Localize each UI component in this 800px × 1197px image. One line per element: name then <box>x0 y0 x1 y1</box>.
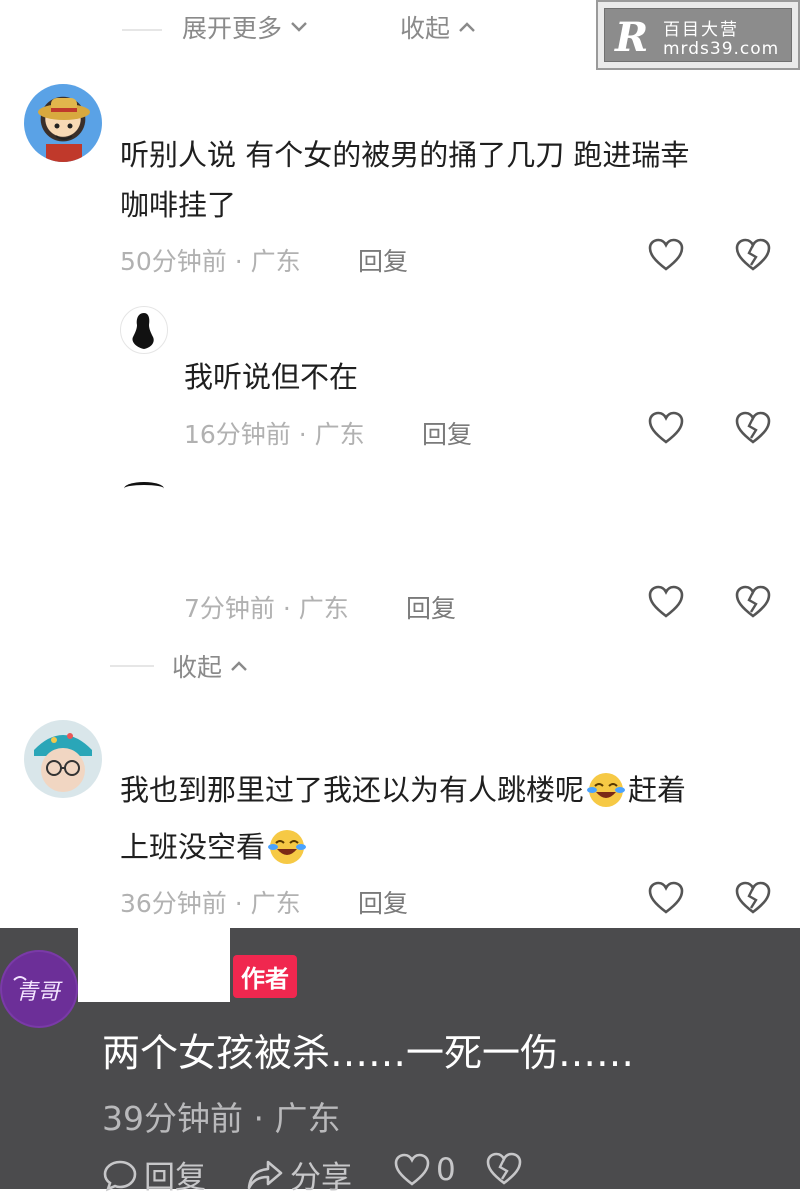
straw-hat-icon <box>38 98 90 162</box>
author-share-label: 分享 <box>290 1160 352 1196</box>
author-share-button[interactable]: 分享 <box>246 1152 352 1197</box>
author-comment-meta: 39分钟前 · 广东 <box>102 1099 341 1138</box>
watermark-line1: 百目大营 <box>663 20 739 40</box>
watermark-line2: mrds39.com <box>663 39 780 59</box>
comment-2-text-line2: 上班没空看 <box>120 822 307 872</box>
reply-1-meta: 16分钟前 · 广东 <box>184 420 365 449</box>
reply-2-reply-button[interactable]: 回复 <box>406 589 456 625</box>
collapse-replies-label: 收起 <box>172 653 223 682</box>
avatar[interactable]: 青哥 <box>0 950 78 1028</box>
comment-2-text-line1-tail: 赶着 <box>628 773 687 807</box>
author-reply-button[interactable]: 回复 <box>102 1152 206 1197</box>
collapse-top-button[interactable]: 收起 <box>400 9 478 45</box>
comment-2-text-line1: 我也到那里过了我还以为有人跳楼呢 赶着 <box>120 765 686 815</box>
share-arrow-icon <box>246 1158 284 1192</box>
watermark-logo: R <box>615 14 649 61</box>
author-like-count: 0 <box>436 1152 456 1188</box>
reply-2-meta: 7分钟前 · 广东 <box>184 594 349 623</box>
author-like-button[interactable]: 0 <box>394 1152 456 1188</box>
comment-bubble-icon <box>102 1158 138 1192</box>
broken-heart-icon[interactable] <box>735 411 771 445</box>
avatar[interactable] <box>120 306 168 354</box>
heart-icon[interactable] <box>648 238 684 272</box>
chevron-up-icon <box>456 16 478 38</box>
comment-2-meta: 36分钟前 · 广东 <box>120 889 301 918</box>
redacted-area <box>110 492 800 582</box>
comment-1-reply-button[interactable]: 回复 <box>358 242 408 278</box>
heart-icon[interactable] <box>648 411 684 445</box>
comment-2-text-line1-head: 我也到那里过了我还以为有人跳楼呢 <box>120 773 585 807</box>
comment-2-text-line2-head: 上班没空看 <box>120 830 266 864</box>
heart-icon[interactable] <box>648 881 684 915</box>
site-watermark: R 百目大营 mrds39.com <box>596 0 800 70</box>
reply-1-reply-button[interactable]: 回复 <box>422 415 472 451</box>
collapse-top-label: 收起 <box>400 14 451 43</box>
comment-1-text-line1: 听别人说 有个女的被男的捅了几刀 跑进瑞幸 <box>120 138 690 172</box>
comment-2-reply-button[interactable]: 回复 <box>358 884 408 920</box>
expand-more-label: 展开更多 <box>182 14 283 43</box>
collapse-divider <box>110 665 154 667</box>
redacted-username <box>78 928 230 1002</box>
avatar[interactable] <box>24 720 102 798</box>
expand-divider <box>122 29 162 31</box>
author-reply-label: 回复 <box>144 1160 206 1196</box>
broken-heart-icon[interactable] <box>735 585 771 619</box>
author-dislike-button[interactable] <box>486 1152 522 1186</box>
avatar[interactable] <box>24 84 102 162</box>
expand-more-button[interactable]: 展开更多 <box>182 9 310 45</box>
laugh-cry-emoji-icon <box>267 827 307 867</box>
collapse-replies-button[interactable]: 收起 <box>172 648 250 684</box>
heart-icon <box>394 1153 430 1187</box>
chevron-down-icon <box>288 16 310 38</box>
broken-heart-icon[interactable] <box>735 881 771 915</box>
comment-1-text-line2: 咖啡挂了 <box>120 188 237 222</box>
avatar-text: 青哥 <box>16 980 61 1005</box>
author-comment-text: 两个女孩被杀……一死一伤…… <box>102 1031 635 1075</box>
author-badge: 作者 <box>233 955 297 998</box>
broken-heart-icon[interactable] <box>735 238 771 272</box>
silhouette-icon <box>132 313 154 349</box>
person-with-glasses-icon <box>34 733 92 792</box>
comment-1-meta: 50分钟前 · 广东 <box>120 247 301 276</box>
heart-icon[interactable] <box>648 585 684 619</box>
chevron-up-icon <box>228 655 250 677</box>
broken-heart-icon <box>486 1152 522 1186</box>
reply-1-text: 我听说但不在 <box>184 360 359 394</box>
laugh-cry-emoji-icon <box>586 770 626 810</box>
